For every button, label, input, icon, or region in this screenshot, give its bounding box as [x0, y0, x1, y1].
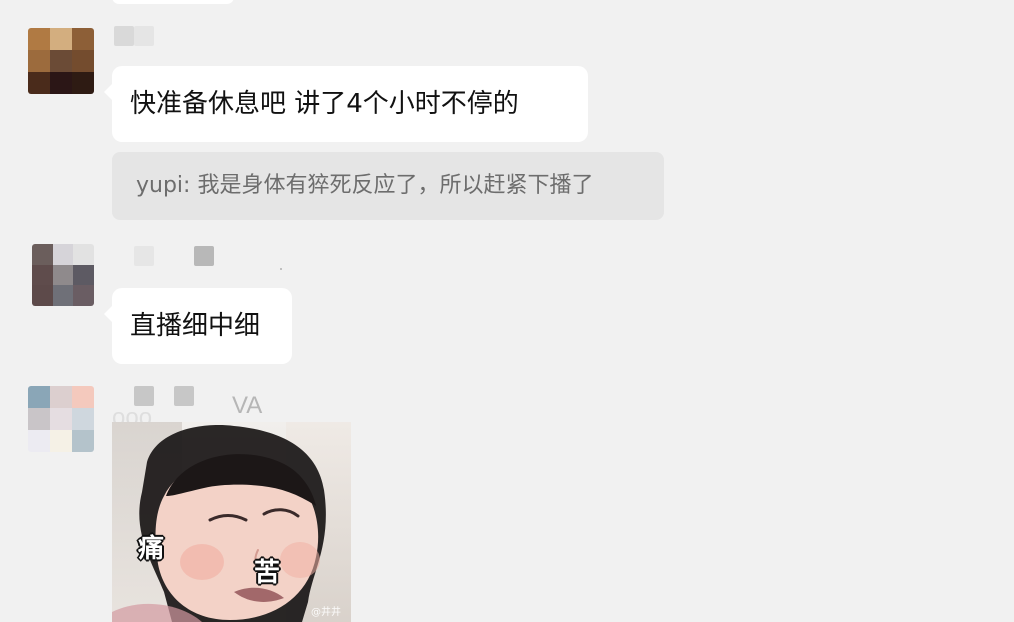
- sender-name-visible-suffix: VA: [232, 392, 263, 419]
- sender-name-pixelated: [132, 244, 292, 270]
- message-text: 快准备休息吧 讲了4个小时不停的: [130, 89, 519, 119]
- sticker-image[interactable]: 痛 苦 @井井: [112, 422, 351, 622]
- avatar-pixelated-image: [28, 386, 94, 452]
- previous-message-bubble: [112, 0, 234, 4]
- avatar-pixelated-image: [28, 28, 94, 94]
- avatar[interactable]: [28, 386, 94, 452]
- avatar[interactable]: [32, 244, 94, 306]
- sticker-caption-left: 痛: [138, 534, 165, 564]
- sender-name-pixelated: [112, 24, 172, 48]
- message-bubble[interactable]: 快准备休息吧 讲了4个小时不停的: [104, 66, 588, 142]
- sticker-watermark: @井井: [311, 607, 341, 618]
- avatar-pixelated-image: [32, 244, 94, 306]
- quoted-message-text: yupi: 我是身体有猝死反应了，所以赶紧下播了: [136, 173, 594, 198]
- message-bubble[interactable]: 直播细中细: [104, 288, 292, 364]
- message-text: 直播细中细: [130, 311, 261, 341]
- quoted-message[interactable]: yupi: 我是身体有猝死反应了，所以赶紧下播了: [112, 152, 664, 220]
- sticker-illustration: [112, 425, 326, 622]
- sticker-caption-right: 苦: [254, 558, 281, 588]
- avatar[interactable]: [28, 28, 94, 94]
- sender-name-pixelated: ooo VA: [112, 386, 302, 430]
